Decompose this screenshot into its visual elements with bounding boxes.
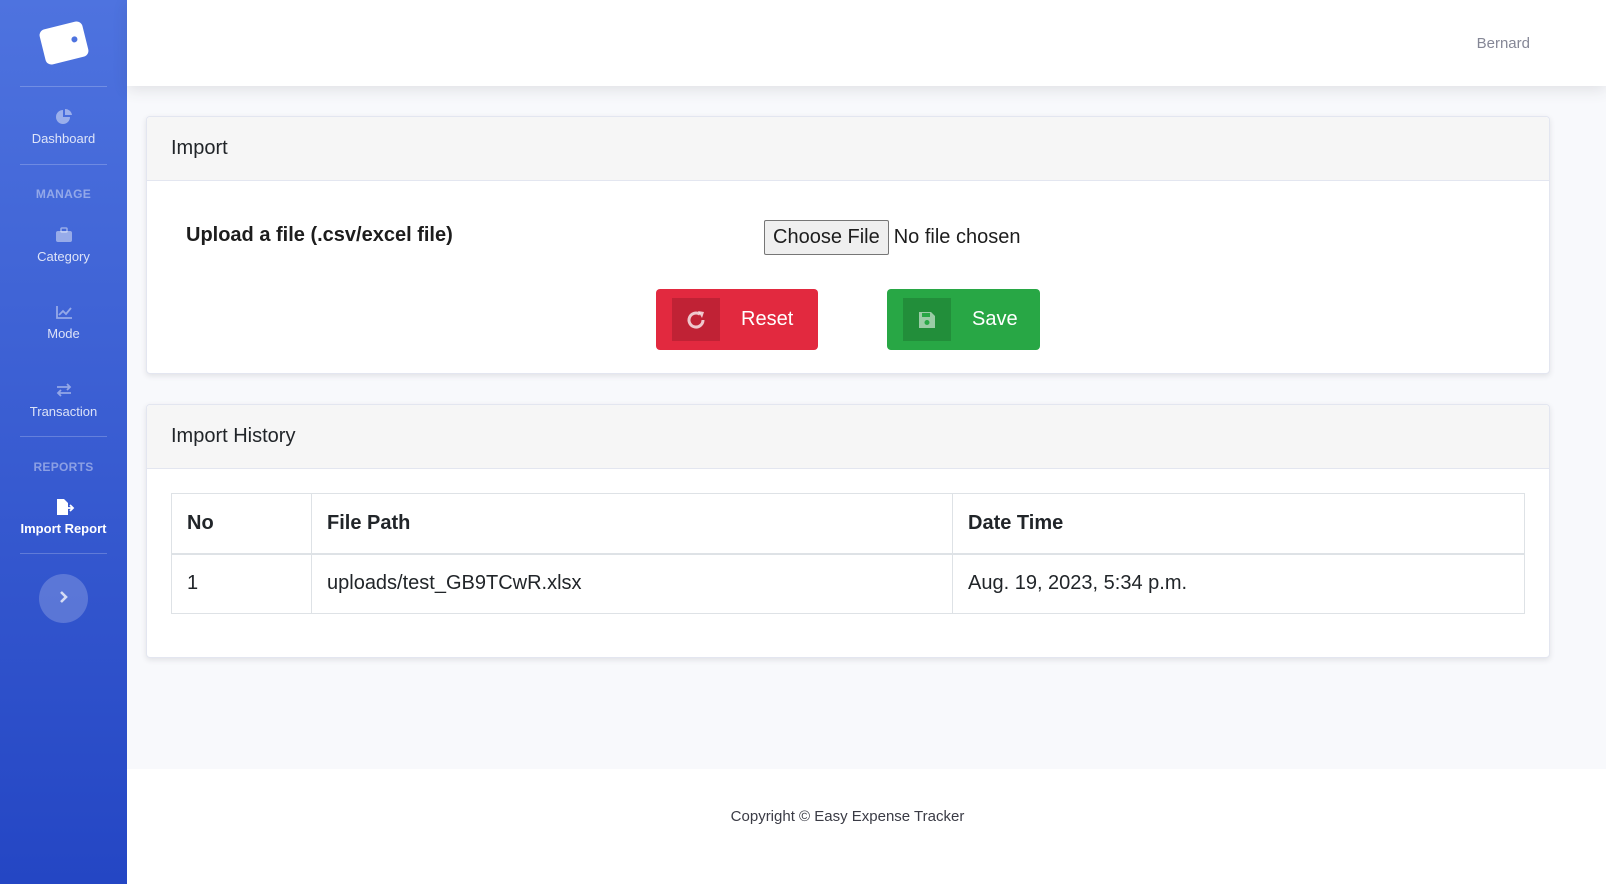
sidebar-item-mode[interactable]: Mode xyxy=(0,304,127,341)
sidebar-divider xyxy=(20,86,107,87)
redo-icon xyxy=(672,298,720,341)
topbar: Bernard xyxy=(127,0,1606,86)
reset-button[interactable]: Reset xyxy=(656,289,818,350)
chevron-right-icon xyxy=(59,588,69,609)
sidebar-divider xyxy=(20,553,107,554)
exchange-icon xyxy=(55,382,73,398)
sidebar-item-label: Mode xyxy=(47,326,80,341)
sidebar-item-import-report[interactable]: Import Report xyxy=(0,499,127,536)
sidebar-item-category[interactable]: Category xyxy=(0,227,127,264)
import-history-title: Import History xyxy=(147,405,1549,469)
pie-chart-icon xyxy=(55,108,73,125)
sidebar-toggle-button[interactable] xyxy=(39,574,88,623)
sidebar-item-label: Transaction xyxy=(29,404,98,419)
sidebar: Dashboard MANAGE Category Mode Transacti… xyxy=(0,0,127,884)
copyright-text: Copyright © Easy Expense Tracker xyxy=(730,808,965,825)
briefcase-icon xyxy=(55,227,73,243)
column-header-file-path: File Path xyxy=(311,493,953,555)
import-card-title: Import xyxy=(147,117,1549,181)
cell-date-time: Aug. 19, 2023, 5:34 p.m. xyxy=(952,553,1525,614)
table-header-row: No File Path Date Time xyxy=(171,493,1525,555)
file-status-text: No file chosen xyxy=(893,226,1021,248)
table-row: 1 uploads/test_GB9TCwR.xlsx Aug. 19, 202… xyxy=(171,553,1525,614)
save-button[interactable]: Save xyxy=(887,289,1040,350)
sidebar-item-label: Category xyxy=(37,249,90,264)
sidebar-item-transaction[interactable]: Transaction xyxy=(0,382,127,419)
sidebar-divider xyxy=(20,436,107,437)
import-card: Import Upload a file (.csv/excel file) C… xyxy=(146,116,1550,374)
line-chart-icon xyxy=(55,304,73,320)
column-header-date-time: Date Time xyxy=(952,493,1525,555)
wallet-icon xyxy=(37,20,90,66)
sidebar-item-label: Dashboard xyxy=(31,131,96,146)
cell-file-path: uploads/test_GB9TCwR.xlsx xyxy=(311,553,953,614)
cell-no: 1 xyxy=(171,553,312,614)
column-header-no: No xyxy=(171,493,312,555)
file-input[interactable]: Choose File No file chosen xyxy=(764,220,1020,255)
brand-logo[interactable] xyxy=(0,0,127,86)
user-menu[interactable]: Bernard xyxy=(1477,35,1530,52)
choose-file-button[interactable]: Choose File xyxy=(764,220,889,255)
sidebar-heading-reports: REPORTS xyxy=(33,460,94,474)
sidebar-heading-manage: MANAGE xyxy=(35,187,92,201)
reset-button-label: Reset xyxy=(741,308,794,330)
upload-label: Upload a file (.csv/excel file) xyxy=(186,224,453,246)
sidebar-item-dashboard[interactable]: Dashboard xyxy=(0,108,127,146)
import-history-table: No File Path Date Time 1 uploads/test_GB… xyxy=(171,493,1525,614)
sidebar-item-label: Import Report xyxy=(20,521,107,536)
sidebar-divider xyxy=(20,164,107,165)
save-button-label: Save xyxy=(972,308,1018,330)
import-history-card: Import History No File Path Date Time 1 … xyxy=(146,404,1550,658)
footer: Copyright © Easy Expense Tracker xyxy=(127,769,1606,884)
file-export-icon xyxy=(55,499,74,515)
floppy-disk-icon xyxy=(903,298,951,341)
